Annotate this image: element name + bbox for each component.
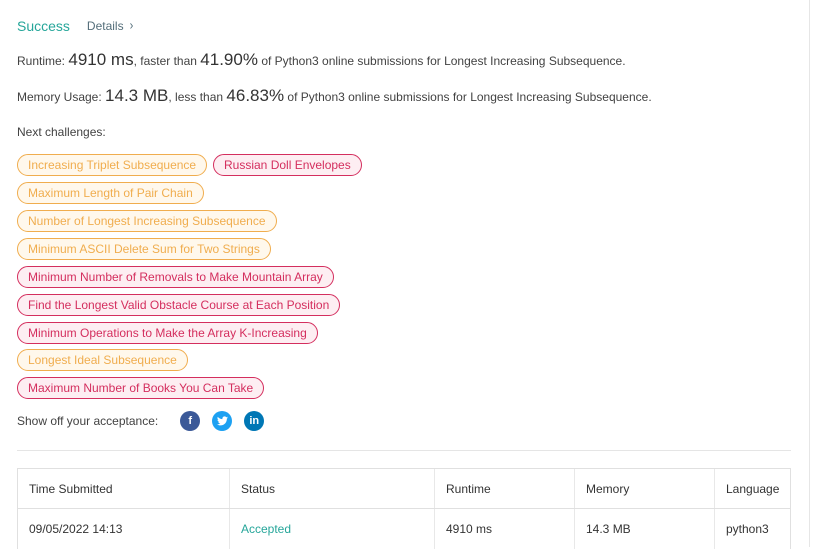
memory-label: Memory Usage:	[17, 90, 102, 104]
twitter-icon[interactable]	[212, 411, 233, 431]
memory-cell: 14.3 MB	[575, 509, 715, 549]
runtime-percent: 41.90%	[200, 50, 258, 69]
challenge-chip[interactable]: Minimum Operations to Make the Array K-I…	[17, 322, 318, 344]
runtime-stat: Runtime: 4910 ms, faster than 41.90% of …	[17, 50, 626, 70]
runtime-label: Runtime:	[17, 54, 66, 68]
column-header: Runtime	[435, 469, 575, 508]
runtime-comparator: , faster than	[133, 54, 197, 68]
accepted-link[interactable]: Accepted	[241, 522, 291, 536]
column-header: Memory	[575, 469, 715, 508]
share-label: Show off your acceptance:	[17, 414, 159, 428]
challenge-chip[interactable]: Maximum Number of Books You Can Take	[17, 377, 265, 399]
table-header-row: Time Submitted Status Runtime Memory Lan…	[18, 469, 790, 509]
language-cell: python3	[726, 522, 769, 536]
status-cell: Accepted	[230, 509, 435, 549]
memory-suffix: of Python3 online submissions for Longes…	[287, 90, 652, 104]
result-header: Success Details ›	[17, 17, 133, 35]
time-submitted-cell: 09/05/2022 14:13	[18, 509, 230, 549]
share-row: Show off your acceptance: f in	[17, 410, 276, 432]
facebook-icon[interactable]: f	[180, 411, 201, 431]
twitter-bird-glyph	[216, 416, 228, 426]
memory-value: 14.3 MB	[105, 86, 169, 105]
challenge-chip[interactable]: Minimum ASCII Delete Sum for Two Strings	[17, 238, 271, 260]
chevron-right-icon: ›	[129, 18, 134, 34]
memory-stat: Memory Usage: 14.3 MB, less than 46.83% …	[17, 86, 652, 106]
runtime-suffix: of Python3 online submissions for Longes…	[261, 54, 626, 68]
linkedin-icon[interactable]: in	[244, 411, 265, 431]
submissions-table: Time Submitted Status Runtime Memory Lan…	[17, 468, 791, 549]
challenge-chip[interactable]: Minimum Number of Removals to Make Mount…	[17, 266, 334, 288]
details-label: Details	[86, 19, 124, 33]
scrollbar[interactable]	[809, 0, 818, 547]
table-row: 09/05/2022 14:13 Accepted 4910 ms 14.3 M…	[18, 509, 790, 549]
result-status: Success	[17, 18, 70, 34]
runtime-value: 4910 ms	[68, 50, 134, 69]
column-header: Language	[726, 481, 780, 496]
challenge-chip[interactable]: Maximum Length of Pair Chain	[17, 182, 204, 204]
challenge-chip[interactable]: Increasing Triplet Subsequence	[17, 154, 208, 176]
column-header: Time Submitted	[18, 469, 230, 508]
challenge-chip[interactable]: Russian Doll Envelopes	[213, 154, 362, 176]
memory-comparator: , less than	[168, 90, 224, 104]
challenge-chip[interactable]: Number of Longest Increasing Subsequence	[17, 210, 277, 232]
column-header: Status	[230, 469, 435, 508]
challenge-chip[interactable]: Longest Ideal Subsequence	[17, 349, 188, 371]
memory-percent: 46.83%	[226, 86, 285, 105]
share-icons: f in	[180, 411, 276, 431]
divider	[17, 450, 791, 451]
next-challenges-label: Next challenges:	[17, 125, 106, 139]
details-link[interactable]: Details ›	[87, 19, 133, 33]
runtime-cell: 4910 ms	[435, 509, 575, 549]
challenge-chip[interactable]: Find the Longest Valid Obstacle Course a…	[17, 294, 341, 316]
